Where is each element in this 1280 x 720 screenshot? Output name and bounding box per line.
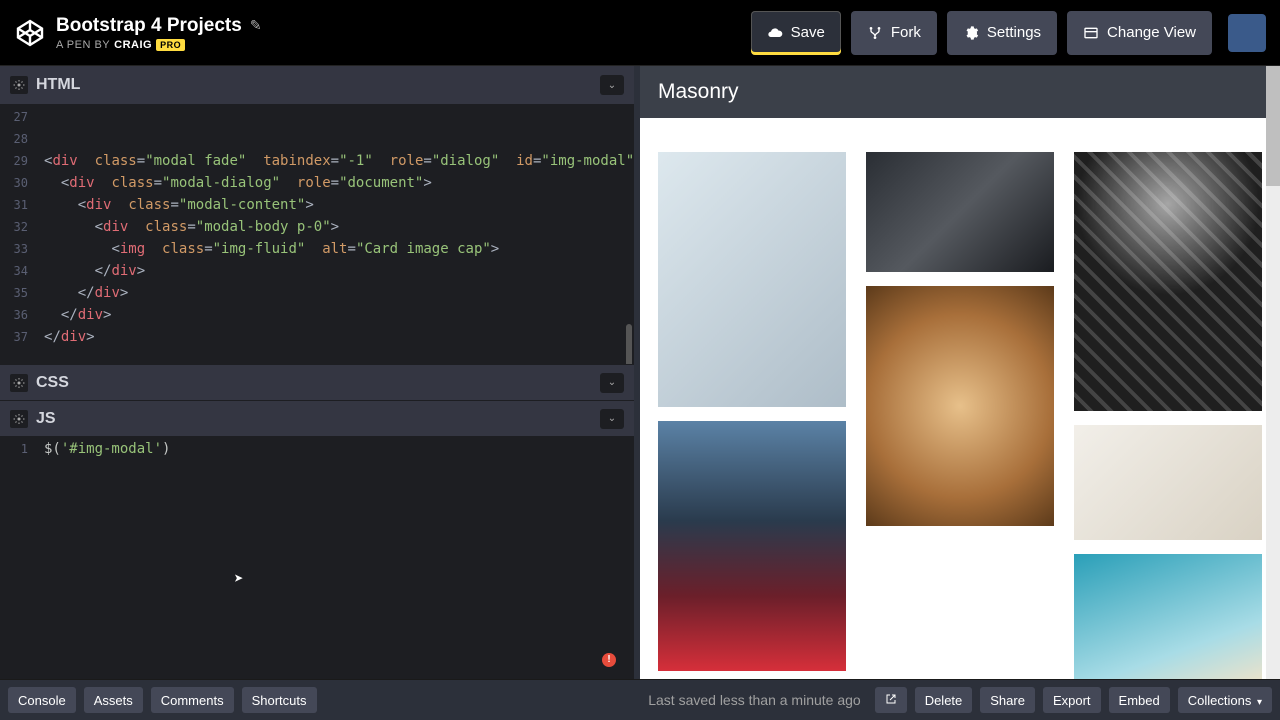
fork-button[interactable]: Fork xyxy=(851,11,937,55)
html-collapse-icon[interactable]: ⌄ xyxy=(600,75,624,95)
avatar[interactable] xyxy=(1228,14,1266,52)
masonry-image[interactable] xyxy=(1074,554,1262,679)
collections-label: Collections xyxy=(1188,693,1252,708)
export-button[interactable]: Export xyxy=(1043,687,1101,713)
js-panel-title: JS xyxy=(36,410,56,428)
pen-title[interactable]: Bootstrap 4 Projects xyxy=(56,15,242,37)
share-button[interactable]: Share xyxy=(980,687,1035,713)
author-name[interactable]: Craig xyxy=(114,39,152,51)
css-panel-header[interactable]: CSS ⌄ xyxy=(0,364,634,400)
html-panel-title: HTML xyxy=(36,76,80,94)
masonry-image[interactable] xyxy=(866,286,1054,526)
chevron-down-icon: ▾ xyxy=(1257,697,1262,708)
byline-prefix: A PEN BY xyxy=(56,39,110,51)
preview-scrollbar[interactable] xyxy=(1266,66,1280,679)
js-editor[interactable]: 1 $('#img-modal') ! ➤ xyxy=(0,436,634,679)
masonry-image[interactable] xyxy=(866,152,1054,272)
save-label: Save xyxy=(791,24,825,41)
mouse-cursor-icon: ➤ xyxy=(234,568,244,590)
css-collapse-icon[interactable]: ⌄ xyxy=(600,373,624,393)
settings-button[interactable]: Settings xyxy=(947,11,1057,55)
masonry-image[interactable] xyxy=(658,421,846,671)
js-gear-icon[interactable] xyxy=(10,410,28,428)
gear-icon xyxy=(963,25,979,41)
masonry-grid xyxy=(640,118,1280,679)
pro-badge: PRO xyxy=(156,39,185,51)
save-status: Last saved less than a minute ago xyxy=(648,692,866,708)
open-external-button[interactable] xyxy=(875,687,907,713)
fork-icon xyxy=(867,25,883,41)
js-line-numbers: 1 xyxy=(0,436,34,679)
settings-label: Settings xyxy=(987,24,1041,41)
cloud-icon xyxy=(767,25,783,41)
external-link-icon xyxy=(885,693,897,705)
codepen-logo[interactable] xyxy=(14,17,46,49)
html-line-numbers: 27 28 29 30 31 32 33 34 35 36 37 xyxy=(0,104,34,364)
codepen-logo-icon xyxy=(15,18,45,48)
top-bar: Bootstrap 4 Projects ✎ A PEN BY Craig PR… xyxy=(0,0,1280,66)
js-panel-header[interactable]: JS ⌄ xyxy=(0,400,634,436)
shortcuts-button[interactable]: Shortcuts xyxy=(242,687,317,713)
delete-button[interactable]: Delete xyxy=(915,687,973,713)
editor-column: HTML ⌄ 27 28 29 30 31 32 33 34 35 36 37 … xyxy=(0,66,640,679)
console-button[interactable]: Console xyxy=(8,687,76,713)
title-block: Bootstrap 4 Projects ✎ A PEN BY Craig PR… xyxy=(56,15,262,51)
footer-bar: Console Assets Comments Shortcuts Last s… xyxy=(0,679,1280,720)
html-editor[interactable]: 27 28 29 30 31 32 33 34 35 36 37 <div cl… xyxy=(0,104,634,364)
save-button[interactable]: Save xyxy=(751,11,841,55)
top-actions: Save Fork Settings Change View xyxy=(751,11,1266,55)
comments-button[interactable]: Comments xyxy=(151,687,234,713)
workspace: HTML ⌄ 27 28 29 30 31 32 33 34 35 36 37 … xyxy=(0,66,1280,679)
html-gear-icon[interactable] xyxy=(10,76,28,94)
preview-scrollbar-thumb[interactable] xyxy=(1266,66,1280,186)
fork-label: Fork xyxy=(891,24,921,41)
masonry-image[interactable] xyxy=(658,152,846,407)
collections-button[interactable]: Collections ▾ xyxy=(1178,687,1272,713)
masonry-image[interactable] xyxy=(1074,152,1262,411)
assets-button[interactable]: Assets xyxy=(84,687,143,713)
html-code[interactable]: <div class="modal fade" tabindex="-1" ro… xyxy=(44,106,626,348)
js-collapse-icon[interactable]: ⌄ xyxy=(600,409,624,429)
edit-title-icon[interactable]: ✎ xyxy=(250,17,262,34)
change-view-label: Change View xyxy=(1107,24,1196,41)
change-view-button[interactable]: Change View xyxy=(1067,11,1212,55)
masonry-image[interactable] xyxy=(1074,425,1262,540)
js-code[interactable]: $('#img-modal') xyxy=(44,438,626,460)
html-panel-header[interactable]: HTML ⌄ xyxy=(0,66,634,104)
error-indicator-icon[interactable]: ! xyxy=(602,653,616,667)
scrollbar-thumb[interactable] xyxy=(626,324,632,364)
preview-pane: Masonry xyxy=(640,66,1280,679)
preview-heading: Masonry xyxy=(640,66,1280,118)
view-icon xyxy=(1083,25,1099,41)
css-panel-title: CSS xyxy=(36,374,69,392)
embed-button[interactable]: Embed xyxy=(1109,687,1170,713)
css-gear-icon[interactable] xyxy=(10,374,28,392)
